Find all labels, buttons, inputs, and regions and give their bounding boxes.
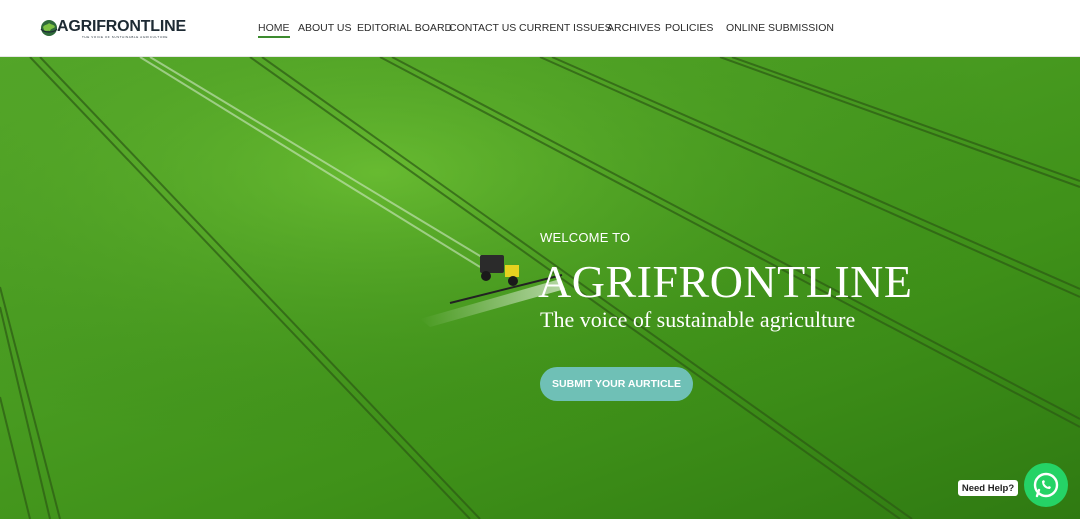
nav-about-us[interactable]: ABOUT US bbox=[298, 22, 351, 35]
submit-article-button[interactable]: SUBMIT YOUR AURTICLE bbox=[540, 367, 693, 401]
nav-home[interactable]: HOME bbox=[258, 22, 290, 38]
site-header: AGRIFRONTLINE THE VOICE OF SUSTAINABLE A… bbox=[0, 0, 1080, 57]
logo-tagline: THE VOICE OF SUSTAINABLE AGRICULTURE bbox=[82, 35, 169, 39]
whatsapp-icon bbox=[1033, 472, 1059, 498]
nav-archives[interactable]: ARCHIVES bbox=[607, 22, 661, 35]
nav-current-issues[interactable]: CURRENT ISSUES bbox=[519, 22, 612, 35]
logo-text: AGRIFRONTLINE bbox=[57, 18, 186, 35]
need-help-bubble[interactable]: Need Help? bbox=[958, 480, 1018, 496]
site-logo[interactable]: AGRIFRONTLINE THE VOICE OF SUSTAINABLE A… bbox=[40, 17, 186, 41]
nav-online-submission[interactable]: ONLINE SUBMISSION bbox=[726, 22, 834, 35]
nav-policies[interactable]: POLICIES bbox=[665, 22, 713, 35]
hero-title: AGRIFRONTLINE bbox=[538, 256, 913, 307]
nav-editorial-board[interactable]: EDITORIAL BOARD bbox=[357, 22, 452, 35]
nav-contact-us[interactable]: CONTACT US bbox=[449, 22, 516, 35]
globe-icon bbox=[40, 20, 58, 36]
whatsapp-chat-button[interactable] bbox=[1024, 463, 1068, 507]
hero-welcome-text: WELCOME TO bbox=[540, 230, 631, 245]
hero-subtitle: The voice of sustainable agriculture bbox=[540, 307, 856, 332]
hero-banner: WELCOME TO AGRIFRONTLINE The voice of su… bbox=[0, 57, 1080, 519]
